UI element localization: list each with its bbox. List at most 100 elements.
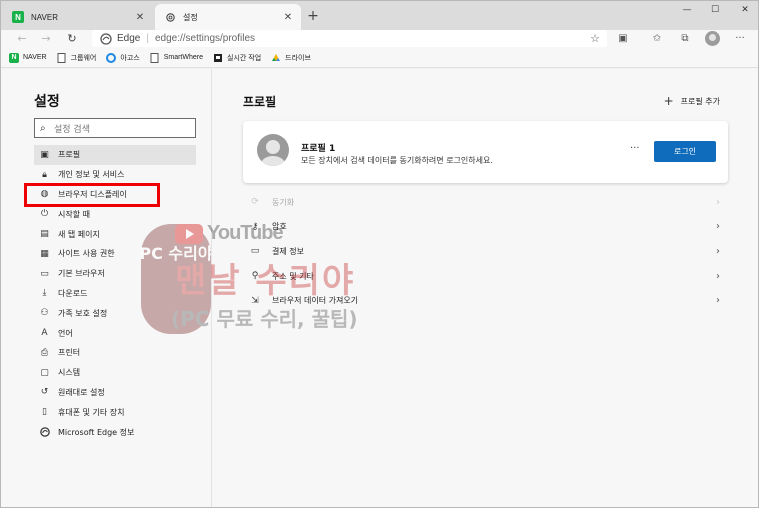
chevron-right-icon: › (716, 196, 720, 208)
bookmark-item[interactable]: 실시간 작업 (213, 53, 261, 63)
collections-icon[interactable]: ⧉ (677, 31, 693, 47)
profile-avatar-button[interactable] (705, 31, 720, 46)
forward-button[interactable]: → (38, 30, 54, 48)
bookmark-label: 그룹웨어 (70, 54, 97, 62)
key-icon: ⚷ (251, 221, 259, 232)
new-tab-button[interactable]: + (305, 6, 321, 26)
sync-icon: ⟳ (251, 197, 259, 208)
row-passwords[interactable]: ⚷ 암호 › (243, 215, 728, 240)
sidebar-item-permissions[interactable]: ▦ 사이트 사용 권한 (34, 244, 196, 264)
search-placeholder: 설정 검색 (54, 124, 90, 135)
tab-label: 설정 (183, 12, 198, 22)
tab-settings[interactable]: 설정 ✕ (155, 4, 301, 30)
sidebar-item-label: 언어 (58, 328, 73, 338)
tab-naver[interactable]: N NAVER ✕ (3, 4, 153, 30)
row-label: 결제 정보 (272, 246, 304, 256)
drive-icon (271, 53, 281, 63)
login-button[interactable]: 로그인 (654, 141, 716, 162)
sidebar-item-label: 프린터 (58, 348, 81, 358)
window-close-button[interactable]: ✕ (731, 1, 758, 19)
sidebar-item-new-tab[interactable]: ▤ 새 탭 페이지 (34, 224, 196, 244)
close-icon[interactable]: ✕ (133, 12, 147, 23)
search-icon: ⌕ (40, 122, 46, 134)
sidebar-item-about[interactable]: Microsoft Edge 정보 (34, 422, 196, 442)
back-button[interactable]: ← (14, 30, 30, 48)
row-label: 동기화 (272, 197, 295, 207)
bookmark-label: 아고스 (120, 54, 140, 62)
bookmarks-bar: N NAVER 그룹웨어 아고스 SmartWhere 실시간 작업 드라이브 (1, 48, 758, 68)
sidebar-item-privacy[interactable]: 🔒︎ 개인 정보 및 서비스 (34, 165, 196, 185)
tab-label: NAVER (31, 12, 58, 22)
profile-description: 모든 장치에서 검색 데이터를 동기화하려면 로그인하세요. (301, 156, 493, 165)
edge-icon (39, 427, 50, 438)
bookmark-item[interactable]: 그룹웨어 (57, 52, 97, 63)
gear-icon (164, 11, 176, 23)
sidebar-item-printers[interactable]: ⎙ 프린터 (34, 343, 196, 363)
bookmark-label: NAVER (23, 54, 47, 61)
divider: | (146, 33, 149, 44)
bookmark-item[interactable]: 아고스 (106, 52, 140, 63)
avatar (257, 134, 289, 166)
row-label: 암호 (272, 222, 287, 232)
row-import[interactable]: ⇲ 브라우저 데이터 가져오기 › (243, 288, 728, 313)
sidebar-item-default-browser[interactable]: ▭ 기본 브라우저 (34, 264, 196, 284)
document-icon (150, 52, 160, 63)
favorite-star-icon[interactable]: ☆ (590, 32, 600, 45)
sidebar-item-label: 휴대폰 및 기타 장치 (58, 407, 125, 417)
bookmark-label: 실시간 작업 (227, 54, 262, 62)
profile-settings-list: ⟳ 동기화 › ⚷ 암호 › ▭ 결제 정보 › ⚲ 주소 및 기타 › ⇲ 브… (243, 190, 728, 313)
sidebar-item-languages[interactable]: A 언어 (34, 323, 196, 343)
row-payment[interactable]: ▭ 결제 정보 › (243, 239, 728, 264)
printer-icon: ⎙ (40, 347, 49, 358)
sidebar-title: 설정 (34, 94, 60, 110)
profile-name: 프로필 1 (301, 144, 336, 154)
add-profile-label: 프로필 추가 (680, 96, 720, 106)
page-title: 프로필 (243, 95, 277, 109)
card-icon: ▭ (250, 246, 260, 257)
settings-search-input[interactable]: ⌕ 설정 검색 (34, 118, 196, 138)
sidebar-item-downloads[interactable]: ⤓ 다운로드 (34, 284, 196, 304)
reset-icon: ↺ (40, 387, 49, 398)
extension-icon[interactable]: ▣ (615, 31, 631, 47)
edge-icon (100, 32, 112, 45)
sidebar-item-label: 기본 브라우저 (58, 269, 105, 279)
sidebar-item-label: 원래대로 설정 (58, 387, 105, 397)
location-icon: ⚲ (251, 271, 259, 282)
document-icon (57, 52, 67, 63)
row-addresses[interactable]: ⚲ 주소 및 기타 › (243, 264, 728, 289)
refresh-button[interactable]: ↻ (64, 30, 80, 48)
bookmark-item[interactable]: SmartWhere (150, 52, 203, 63)
permissions-icon: ▦ (40, 248, 49, 259)
more-menu-icon[interactable]: ··· (732, 31, 748, 47)
row-label: 브라우저 데이터 가져오기 (272, 296, 359, 306)
sidebar-item-label: 시작할 때 (58, 209, 90, 219)
bookmark-item[interactable]: N NAVER (9, 52, 47, 63)
sidebar-item-on-startup[interactable]: ⏻ 시작할 때 (34, 204, 196, 224)
bookmark-label: 드라이브 (285, 54, 311, 62)
close-icon[interactable]: ✕ (281, 12, 295, 23)
sidebar-item-label: Microsoft Edge 정보 (58, 427, 135, 437)
sidebar-item-system[interactable]: ▢ 시스템 (34, 363, 196, 383)
profile-icon: ▣ (40, 149, 49, 160)
sidebar-item-reset[interactable]: ↺ 원래대로 설정 (34, 383, 196, 403)
browser-window: N NAVER ✕ 설정 ✕ + — ☐ ✕ ← → ↻ Edge | edge… (0, 0, 759, 508)
row-sync[interactable]: ⟳ 동기화 › (243, 190, 728, 215)
chevron-right-icon: › (716, 245, 720, 257)
address-bar[interactable]: Edge | edge://settings/profiles ☆ (92, 30, 607, 47)
add-profile-button[interactable]: + 프로필 추가 (664, 94, 720, 108)
url-text: edge://settings/profiles (154, 33, 256, 44)
browser-icon: ▭ (40, 268, 49, 279)
chevron-right-icon: › (716, 270, 720, 282)
minimize-button[interactable]: — (673, 1, 701, 19)
sidebar-item-family[interactable]: ⚇ 가족 보호 설정 (34, 303, 196, 323)
favorites-icon[interactable]: ✩ (649, 31, 665, 47)
more-options-icon[interactable]: ··· (630, 143, 640, 154)
site-label: Edge (117, 33, 141, 44)
sidebar-item-phone[interactable]: ▯ 휴대폰 및 기타 장치 (34, 402, 196, 422)
sidebar-item-profiles[interactable]: ▣ 프로필 (34, 145, 196, 165)
sidebar-item-label: 사이트 사용 권한 (58, 249, 115, 259)
bookmark-item[interactable]: 드라이브 (271, 53, 311, 63)
sidebar-item-label: 프로필 (58, 150, 81, 160)
sidebar-item-label: 가족 보호 설정 (58, 308, 108, 318)
maximize-button[interactable]: ☐ (701, 1, 729, 19)
